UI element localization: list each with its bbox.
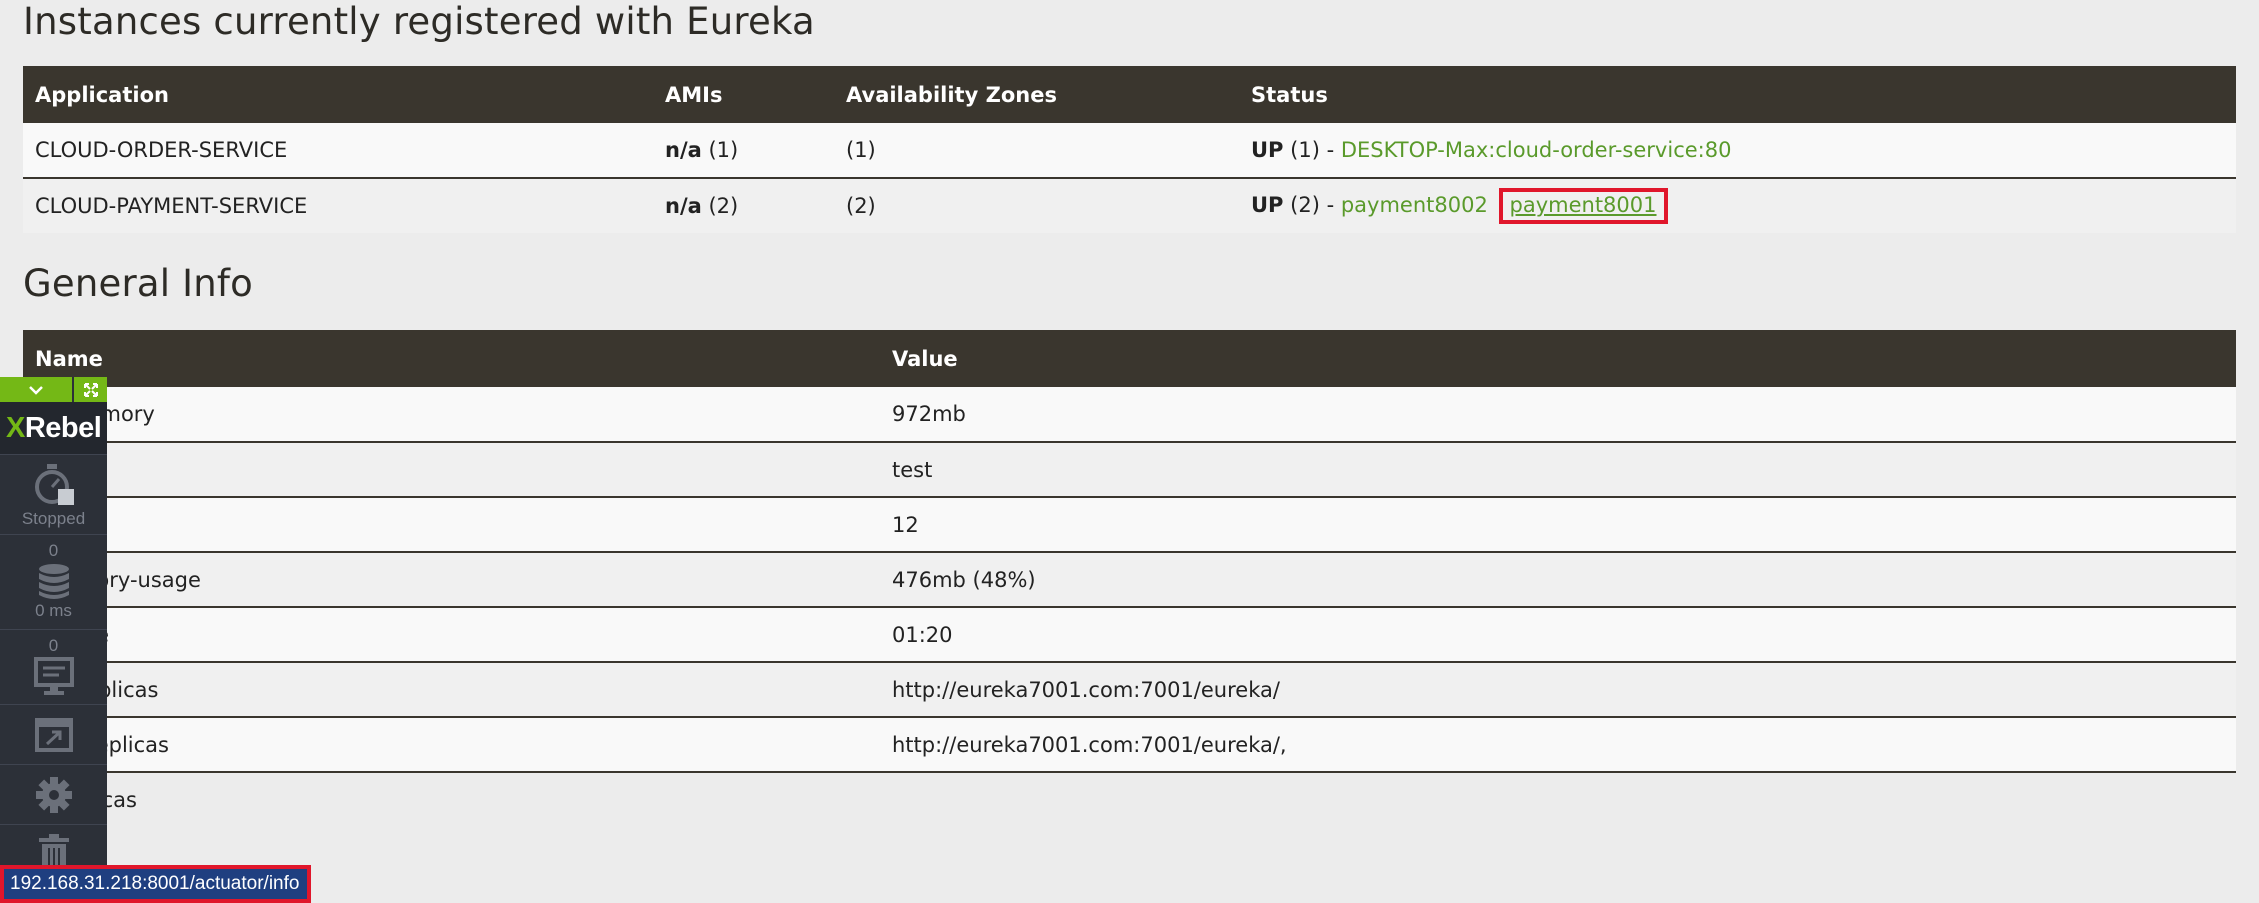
status-label: UP: [1251, 193, 1284, 217]
expand-icon[interactable]: [74, 377, 107, 402]
availability-zones: (1): [834, 123, 1239, 179]
column-header-amis: AMIs: [653, 66, 834, 123]
amis-count: (1): [708, 138, 739, 162]
info-name: ment: [23, 442, 880, 498]
status-cell: UP (2) - payment8002 payment8001: [1239, 178, 2236, 233]
info-value: test: [880, 442, 2236, 498]
remote-call-count: 0: [48, 636, 59, 655]
status-count: (1) -: [1290, 138, 1335, 162]
instances-table: Application AMIs Availability Zones Stat…: [23, 66, 2236, 233]
xrebel-logo: X Rebel: [0, 402, 107, 454]
gear-icon: [35, 776, 72, 813]
table-row: ment test: [23, 442, 2236, 498]
application-name: CLOUD-PAYMENT-SERVICE: [23, 178, 653, 233]
column-header-value: Value: [880, 330, 2236, 387]
xrebel-toolbar: X Rebel Stopped 0 0 ms 0: [0, 377, 107, 903]
table-row: ail-memory 972mb: [23, 387, 2236, 443]
general-info-table: Name Value ail-memory 972mb ment test -c…: [23, 330, 2236, 827]
info-name: e-replicas: [23, 772, 880, 827]
instance-link-payment8002[interactable]: payment8002: [1341, 193, 1488, 217]
xrebel-top-bar: [0, 377, 107, 402]
general-info-table-header: Name Value: [23, 330, 2236, 387]
table-row: e-replicas: [23, 772, 2236, 827]
info-value: 972mb: [880, 387, 2236, 443]
column-header-application: Application: [23, 66, 653, 123]
table-row: able-replicas http://eureka7001.com:7001…: [23, 717, 2236, 773]
table-row: red-replicas http://eureka7001.com:7001/…: [23, 662, 2236, 718]
info-name: ail-memory: [23, 387, 880, 443]
database-time: 0 ms: [35, 601, 72, 620]
application-name: CLOUD-ORDER-SERVICE: [23, 123, 653, 179]
info-name: able-replicas: [23, 717, 880, 773]
general-info-section-title: General Info: [23, 262, 254, 305]
info-name: -memory-usage: [23, 552, 880, 608]
highlight-box: payment8001: [1498, 188, 1668, 224]
instances-table-header: Application AMIs Availability Zones Stat…: [23, 66, 2236, 123]
chevron-down-icon[interactable]: [0, 377, 74, 402]
info-value: [880, 772, 2236, 827]
remote-calls-tool[interactable]: 0: [0, 629, 107, 704]
timer-tool[interactable]: Stopped: [0, 454, 107, 534]
info-value: 12: [880, 497, 2236, 553]
open-in-window-tool[interactable]: [0, 704, 107, 764]
status-label: UP: [1251, 138, 1284, 162]
table-row: CLOUD-PAYMENT-SERVICE n/a (2) (2) UP (2)…: [23, 178, 2236, 233]
amis-cell: n/a (1): [653, 123, 834, 179]
table-row: uptime 01:20: [23, 607, 2236, 663]
instance-link-desktop-max[interactable]: DESKTOP-Max:cloud-order-service:80: [1341, 138, 1732, 162]
timer-status: Stopped: [21, 509, 86, 528]
table-row: CLOUD-ORDER-SERVICE n/a (1) (1) UP (1) -…: [23, 123, 2236, 179]
instance-link-payment8001[interactable]: payment8001: [1510, 193, 1657, 217]
column-header-status: Status: [1239, 66, 2236, 123]
database-tool[interactable]: 0 0 ms: [0, 534, 107, 629]
amis-label: n/a: [665, 138, 702, 162]
info-value: http://eureka7001.com:7001/eureka/: [880, 662, 2236, 718]
column-header-availability-zones: Availability Zones: [834, 66, 1239, 123]
info-value: http://eureka7001.com:7001/eureka/,: [880, 717, 2236, 773]
status-bar-url: 192.168.31.218:8001/actuator/info: [0, 865, 312, 903]
database-icon: [38, 564, 69, 599]
external-window-icon: [34, 717, 73, 752]
table-row: -cpus 12: [23, 497, 2236, 553]
info-name: uptime: [23, 607, 880, 663]
info-value: 476mb (48%): [880, 552, 2236, 608]
info-name: red-replicas: [23, 662, 880, 718]
settings-tool[interactable]: [0, 764, 107, 824]
info-value: 01:20: [880, 607, 2236, 663]
info-name: -cpus: [23, 497, 880, 553]
stopwatch-icon: [34, 464, 74, 505]
amis-cell: n/a (2): [653, 178, 834, 233]
instances-section-title: Instances currently registered with Eure…: [23, 0, 815, 43]
amis-label: n/a: [665, 194, 702, 218]
database-query-count: 0: [48, 541, 59, 560]
table-row: -memory-usage 476mb (48%): [23, 552, 2236, 608]
status-count: (2) -: [1290, 193, 1335, 217]
column-header-name: Name: [23, 330, 880, 387]
availability-zones: (2): [834, 178, 1239, 233]
monitor-icon: [33, 657, 74, 695]
amis-count: (2): [708, 194, 739, 218]
status-cell: UP (1) - DESKTOP-Max:cloud-order-service…: [1239, 123, 2236, 179]
